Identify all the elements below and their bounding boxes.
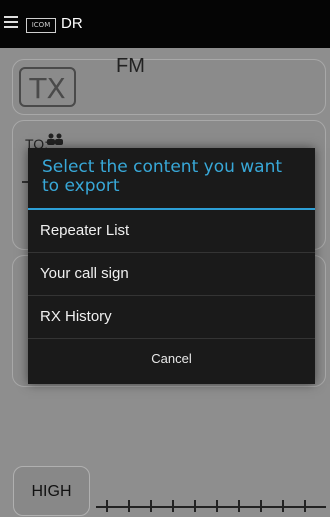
modulation-label: FM xyxy=(116,55,145,77)
mode-label: DR xyxy=(61,15,83,32)
dialog-title: Select the content you want to export xyxy=(42,157,283,196)
menu-item-your-call-sign[interactable]: Your call sign xyxy=(28,253,315,295)
menu-icon[interactable] xyxy=(4,16,18,30)
export-dialog: Select the content you want to export Re… xyxy=(28,148,315,384)
menu-item-repeater-list[interactable]: Repeater List xyxy=(28,210,315,252)
menu-item-label: Repeater List xyxy=(40,222,130,239)
power-button[interactable]: HIGH xyxy=(13,466,90,516)
tx-button[interactable]: TX xyxy=(19,67,76,107)
app-header: ICOM DR xyxy=(0,0,330,48)
menu-item-rx-history[interactable]: RX History xyxy=(28,296,315,338)
cancel-button[interactable]: Cancel xyxy=(28,338,315,380)
signal-meter xyxy=(96,498,326,512)
icom-logo: ICOM xyxy=(26,18,56,33)
menu-item-label: RX History xyxy=(40,308,112,325)
menu-item-label: Your call sign xyxy=(40,265,129,282)
group-icon xyxy=(47,133,63,145)
